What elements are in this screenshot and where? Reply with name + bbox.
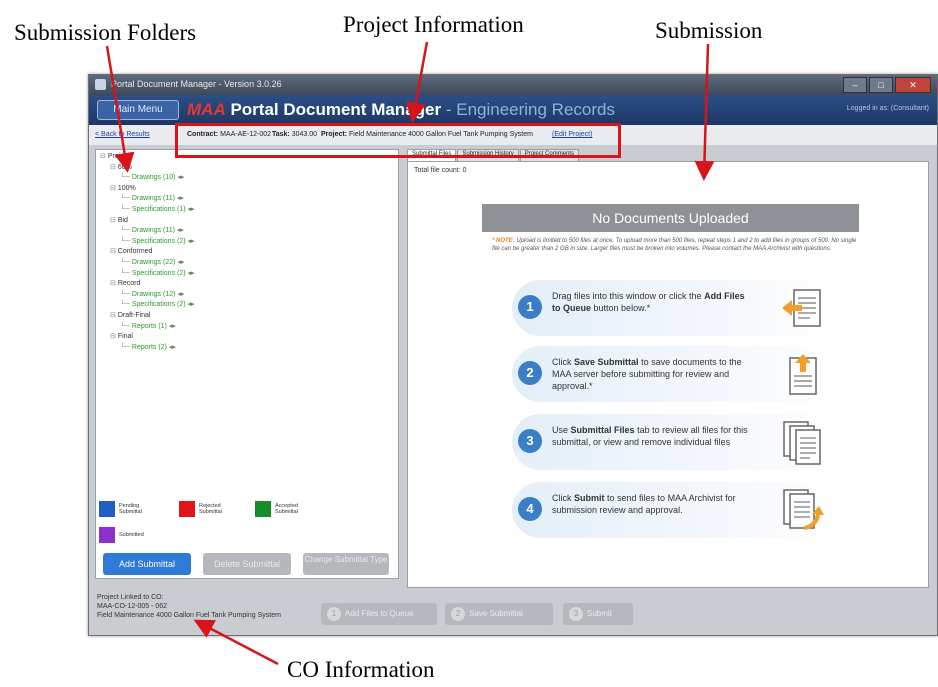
arrow-project-information — [405, 41, 429, 123]
arrow-co-information — [193, 619, 279, 666]
arrow-submission-folders — [105, 45, 135, 173]
annotation-arrows — [105, 41, 715, 666]
arrow-submission — [694, 43, 715, 181]
